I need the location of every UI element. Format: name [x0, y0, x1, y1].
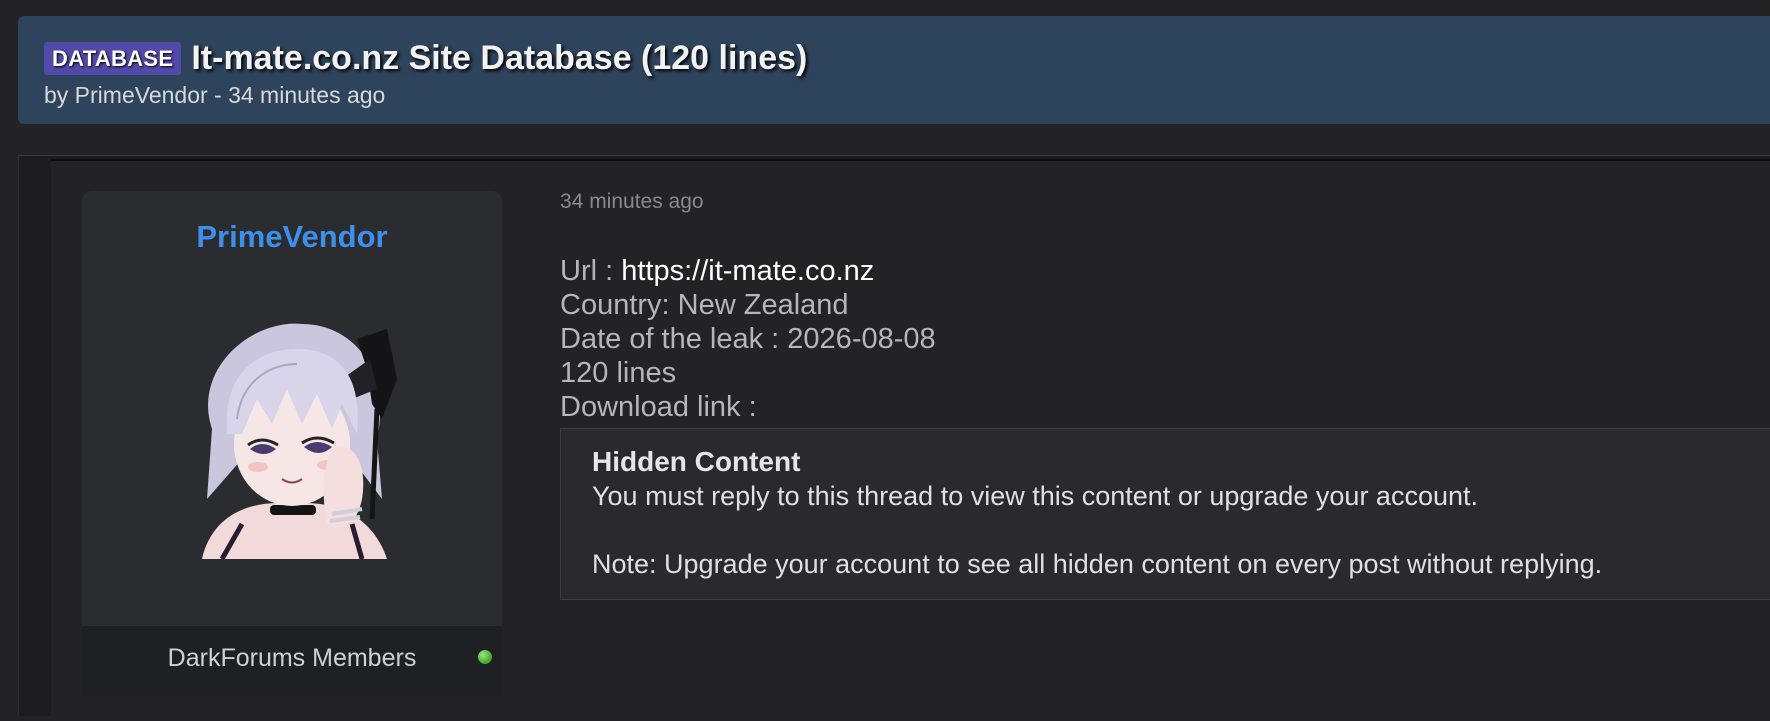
user-group-label: DarkForums Members [167, 644, 417, 672]
post-leak-date-line: Date of the leak : 2026-08-08 [560, 323, 936, 355]
thread-header: DATABASE It-mate.co.nz Site Database (12… [18, 16, 1770, 124]
url-label: Url : [560, 255, 622, 287]
post-country-line: Country: New Zealand [560, 289, 849, 321]
hidden-content-title: Hidden Content [592, 446, 801, 477]
avatar[interactable] [182, 309, 402, 559]
thread-title-row: DATABASE It-mate.co.nz Site Database (12… [44, 38, 1770, 78]
post-url-line: Url : https://it-mate.co.nz [560, 254, 1770, 288]
hidden-content-message: You must reply to this thread to view th… [592, 481, 1479, 511]
thread-title: It-mate.co.nz Site Database (120 lines) [191, 39, 808, 77]
hidden-content-note: Note: Upgrade your account to see all hi… [592, 549, 1603, 579]
user-group-bar: DarkForums Members [82, 626, 502, 696]
post-timestamp[interactable]: 34 minutes ago [560, 190, 1770, 214]
post-download-label: Download link : [560, 391, 757, 423]
url-link[interactable]: https://it-mate.co.nz [621, 255, 874, 287]
post-content: 34 minutes ago Url : https://it-mate.co.… [560, 190, 1770, 600]
online-status-indicator [478, 650, 492, 664]
thread-byline: by PrimeVendor - 34 minutes ago [44, 82, 386, 108]
author-username-link[interactable]: PrimeVendor [82, 219, 502, 255]
hidden-content-box: Hidden Content You must reply to this th… [560, 428, 1770, 600]
author-card: PrimeVendor DarkForums Members [82, 191, 502, 696]
post-lines-count: 120 lines [560, 357, 677, 389]
thread-prefix-badge[interactable]: DATABASE [44, 41, 182, 75]
